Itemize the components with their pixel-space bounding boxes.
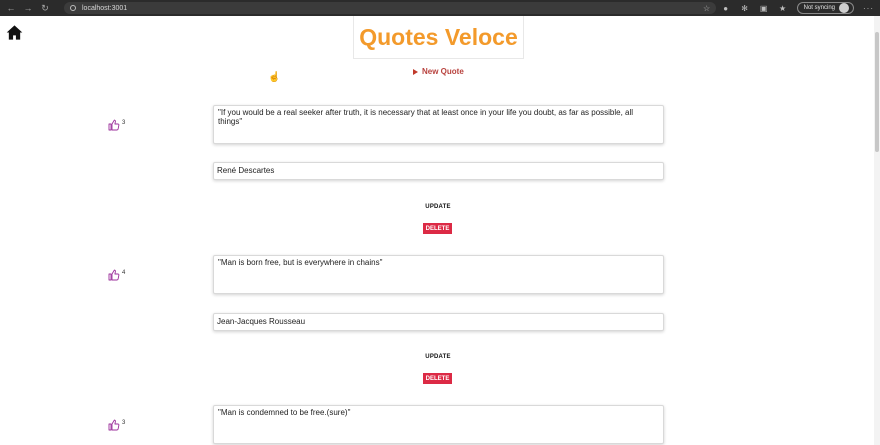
like-button[interactable]: 3 xyxy=(108,119,125,131)
like-count: 4 xyxy=(122,270,126,276)
update-button[interactable]: UPDATE xyxy=(418,204,458,210)
settings-extension-icon[interactable]: ✻ xyxy=(740,4,750,13)
author-field[interactable]: René Descartes xyxy=(213,162,664,180)
page-title: Quotes Veloce xyxy=(359,23,518,50)
author-field[interactable]: Jean-Jacques Rousseau xyxy=(213,313,664,331)
sync-label: Not syncing xyxy=(803,5,835,11)
quote-text-field[interactable]: "Man is born free, but is everywhere in … xyxy=(213,255,664,294)
like-button[interactable]: 4 xyxy=(108,269,125,281)
refresh-icon[interactable]: ↻ xyxy=(39,2,51,14)
favorites-bar-icon[interactable]: ★ xyxy=(778,4,788,13)
favorite-star-icon[interactable]: ☆ xyxy=(702,4,712,13)
triangle-right-icon xyxy=(413,68,418,75)
title-box: Quotes Veloce xyxy=(353,16,524,59)
home-icon[interactable] xyxy=(6,24,23,41)
thumbs-up-icon xyxy=(108,119,120,131)
more-menu-icon[interactable]: ··· xyxy=(863,4,874,13)
like-count: 3 xyxy=(122,120,126,126)
url-text: localhost:3001 xyxy=(82,4,128,12)
back-icon[interactable]: ← xyxy=(5,2,17,14)
update-button[interactable]: UPDATE xyxy=(418,354,458,360)
collections-icon[interactable]: ▣ xyxy=(759,4,769,13)
thumbs-up-icon xyxy=(108,269,120,281)
address-bar[interactable]: localhost:3001 xyxy=(64,2,716,14)
quote-text-field[interactable]: "Man is condemned to be free.(sure)" xyxy=(213,405,664,444)
profile-sync-button[interactable]: Not syncing xyxy=(796,2,854,14)
site-info-icon[interactable] xyxy=(70,5,76,11)
extension-icon[interactable]: ● xyxy=(721,4,731,13)
browser-actions: ☆ ● ✻ ▣ ★ Not syncing ··· xyxy=(702,2,874,14)
browser-toolbar: ← → ↻ localhost:3001 ☆ ● ✻ ▣ ★ Not synci… xyxy=(0,0,880,16)
quote-text-field[interactable]: "If you would be a real seeker after tru… xyxy=(213,105,664,144)
thumbs-up-icon xyxy=(108,419,120,431)
new-quote-link[interactable]: New Quote xyxy=(413,67,464,76)
page-content: Quotes Veloce New Quote ☝ 3 "If you woul… xyxy=(0,16,880,445)
forward-icon[interactable]: → xyxy=(22,2,34,14)
page-scrollbar[interactable] xyxy=(874,16,880,445)
like-count: 3 xyxy=(122,420,126,426)
hand-cursor-icon: ☝ xyxy=(268,72,281,83)
new-quote-label: New Quote xyxy=(422,67,464,76)
delete-button[interactable]: DELETE xyxy=(423,373,452,384)
delete-button[interactable]: DELETE xyxy=(423,223,452,234)
like-button[interactable]: 3 xyxy=(108,419,125,431)
scrollbar-thumb[interactable] xyxy=(875,32,879,152)
avatar xyxy=(839,3,849,13)
